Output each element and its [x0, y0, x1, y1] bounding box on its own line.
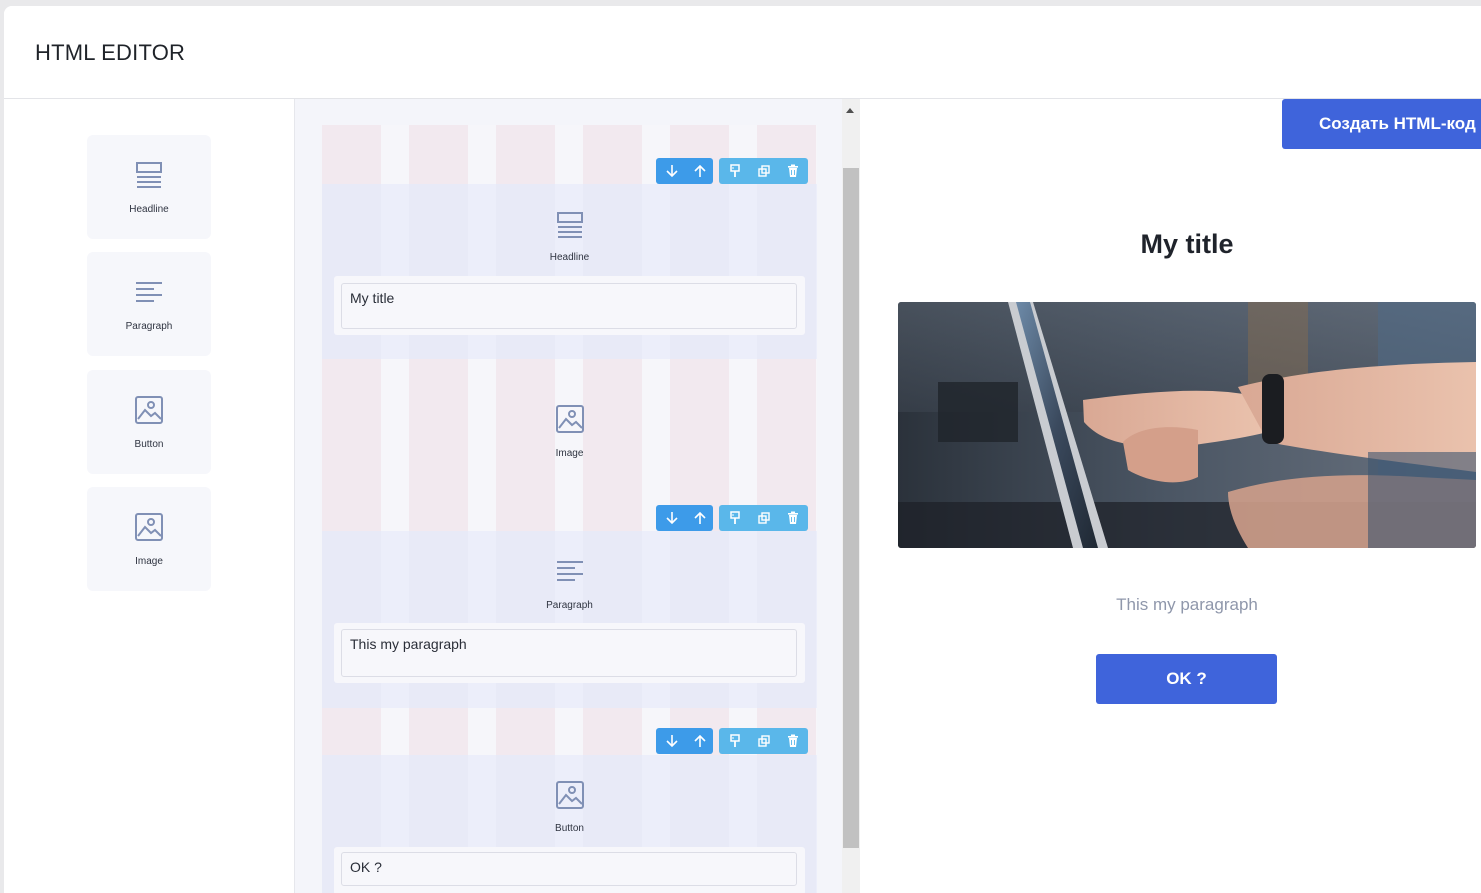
canvas-block-paragraph[interactable]: Paragraph This my paragraph	[322, 531, 817, 708]
paragraph-icon	[557, 561, 583, 581]
block-toolbar	[656, 728, 808, 754]
move-up-button[interactable]	[684, 158, 715, 184]
preview-ok-button[interactable]: OK ?	[1096, 654, 1277, 704]
move-group	[656, 158, 713, 184]
move-group	[656, 728, 713, 754]
preview-paragraph: This my paragraph	[1116, 595, 1258, 614]
action-group	[719, 505, 808, 531]
delete-icon	[787, 734, 798, 747]
canvas-block-button[interactable]: Button OK ?	[322, 755, 817, 893]
delete-icon	[787, 164, 798, 177]
move-down-icon	[665, 512, 678, 525]
move-up-icon	[693, 164, 706, 177]
delete-button[interactable]	[777, 728, 808, 754]
canvas-scrollbar[interactable]	[842, 99, 860, 893]
app-window: HTML EDITOR Headline Paragraph Button Im…	[4, 6, 1481, 893]
delete-icon	[787, 511, 798, 524]
duplicate-icon	[757, 512, 770, 524]
palette-item-paragraph[interactable]: Paragraph	[87, 252, 211, 356]
preview-panel: Создать HTML-код My title This my paragr…	[861, 99, 1481, 893]
preview-title: My title	[1140, 229, 1234, 259]
paragraph-text-field[interactable]: This my paragraph	[341, 629, 797, 677]
action-group	[719, 728, 808, 754]
move-up-icon	[693, 511, 706, 524]
style-button[interactable]	[719, 505, 750, 531]
headline-icon	[557, 212, 583, 238]
duplicate-button[interactable]	[748, 505, 779, 531]
canvas-block-headline[interactable]: Headline My title	[322, 184, 817, 359]
move-down-button[interactable]	[656, 505, 687, 531]
move-down-icon	[665, 165, 678, 178]
top-bar: HTML EDITOR	[4, 6, 1481, 99]
palette-item-image[interactable]: Image	[87, 487, 211, 591]
image-icon	[135, 396, 163, 424]
palette-item-button[interactable]: Button	[87, 370, 211, 474]
move-down-icon	[665, 735, 678, 748]
palette-item-label: Image	[135, 556, 163, 567]
canvas-block-image[interactable]: Image	[322, 380, 817, 485]
style-button[interactable]	[719, 728, 750, 754]
field-container: My title	[334, 276, 805, 335]
duplicate-button[interactable]	[748, 158, 779, 184]
block-label: Paragraph	[546, 600, 593, 611]
style-button[interactable]	[719, 158, 750, 184]
editor-canvas[interactable]: Headline My title Image Paragraph This m…	[295, 99, 860, 893]
headline-text-field[interactable]: My title	[341, 283, 797, 329]
paragraph-icon	[136, 282, 162, 302]
block-label: Headline	[549, 252, 590, 263]
palette-item-label: Paragraph	[125, 321, 173, 332]
move-up-icon	[693, 734, 706, 747]
palette-item-label: Headline	[129, 204, 169, 215]
delete-button[interactable]	[777, 158, 808, 184]
block-toolbar	[656, 505, 808, 531]
style-icon	[729, 734, 740, 747]
image-icon	[556, 405, 584, 433]
block-label: Button	[555, 823, 584, 834]
button-text-field[interactable]: OK ?	[341, 852, 797, 886]
action-group	[719, 158, 808, 184]
block-label: Image	[555, 448, 584, 459]
field-container: OK ?	[334, 847, 805, 893]
scroll-up-arrow-icon[interactable]	[846, 108, 854, 113]
scrollbar-thumb[interactable]	[843, 168, 859, 848]
image-icon	[556, 781, 584, 809]
style-icon	[729, 164, 740, 177]
element-palette: Headline Paragraph Button Image	[4, 99, 295, 893]
generate-html-button[interactable]: Создать HTML-код	[1282, 99, 1481, 149]
style-icon	[729, 511, 740, 524]
preview-image	[898, 302, 1476, 548]
palette-item-headline[interactable]: Headline	[87, 135, 211, 239]
image-icon	[135, 513, 163, 541]
delete-button[interactable]	[777, 505, 808, 531]
duplicate-button[interactable]	[748, 728, 779, 754]
field-container: This my paragraph	[334, 623, 805, 683]
block-toolbar	[656, 158, 808, 184]
duplicate-icon	[757, 165, 770, 177]
move-up-button[interactable]	[684, 728, 715, 754]
move-up-button[interactable]	[684, 505, 715, 531]
move-group	[656, 505, 713, 531]
move-down-button[interactable]	[656, 158, 687, 184]
app-title: HTML EDITOR	[35, 40, 186, 65]
headline-icon	[136, 162, 162, 188]
laptop-photo-image	[898, 302, 1476, 548]
duplicate-icon	[757, 735, 770, 747]
palette-item-label: Button	[134, 439, 164, 450]
move-down-button[interactable]	[656, 728, 687, 754]
